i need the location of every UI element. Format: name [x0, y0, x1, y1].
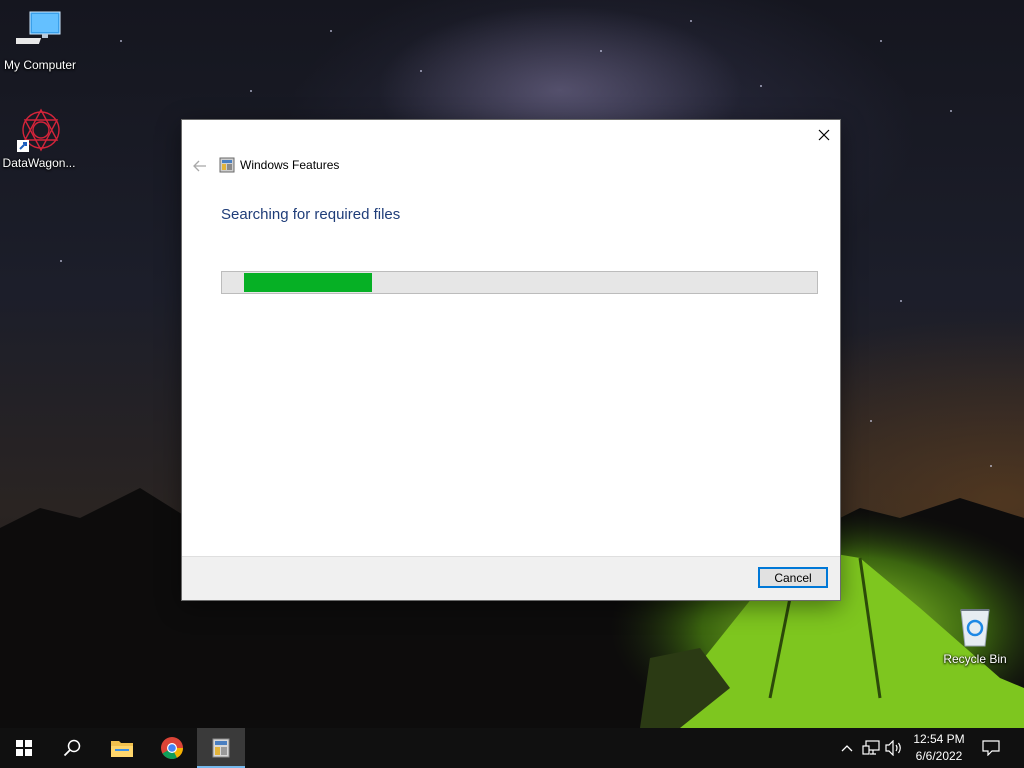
network-button[interactable]	[861, 738, 881, 758]
dialog-title: Windows Features	[240, 158, 340, 172]
action-center-button[interactable]	[981, 738, 1001, 758]
chrome-icon	[161, 737, 183, 759]
windows-features-icon	[212, 738, 230, 758]
desktop-icon-datawagon[interactable]: DataWagon...	[0, 106, 79, 170]
show-hidden-icons-button[interactable]	[837, 738, 857, 758]
file-explorer-icon	[111, 741, 133, 757]
clock-time: 12:54 PM	[913, 732, 965, 746]
close-button[interactable]	[808, 120, 840, 150]
status-heading: Searching for required files	[221, 206, 401, 223]
close-icon	[818, 129, 830, 141]
speaker-icon	[885, 740, 901, 756]
taskbar-windows-features[interactable]	[197, 728, 245, 768]
start-button[interactable]	[0, 728, 48, 768]
computer-icon	[10, 8, 64, 56]
desktop-icon-recycle-bin[interactable]: Recycle Bin	[935, 602, 1015, 666]
recycle-bin-icon	[951, 602, 999, 650]
system-clock[interactable]: 12:54 PM 6/6/2022	[906, 731, 972, 765]
cancel-button[interactable]: Cancel	[758, 567, 828, 588]
search-icon	[63, 739, 81, 757]
chevron-up-icon	[841, 745, 853, 752]
windows-features-icon	[219, 157, 235, 173]
taskbar-chrome[interactable]	[148, 728, 196, 768]
progress-bar	[221, 271, 818, 294]
taskbar: 12:54 PM 6/6/2022	[0, 728, 1024, 768]
network-icon	[862, 740, 880, 755]
taskbar-file-explorer[interactable]	[98, 728, 146, 768]
clock-date: 6/6/2022	[915, 749, 963, 763]
back-button[interactable]	[190, 156, 210, 176]
progress-bar-fill	[244, 273, 372, 292]
notification-icon	[982, 740, 1000, 756]
back-arrow-icon	[193, 160, 206, 172]
dialog-footer: Cancel	[182, 556, 840, 600]
desktop-icon-my-computer[interactable]: My Computer	[0, 8, 80, 72]
datawagon-shortcut-icon	[15, 106, 63, 154]
start-icon	[16, 740, 32, 756]
windows-features-dialog: Windows Features Searching for required …	[182, 120, 840, 600]
search-button[interactable]	[48, 728, 96, 768]
volume-button[interactable]	[884, 738, 904, 758]
